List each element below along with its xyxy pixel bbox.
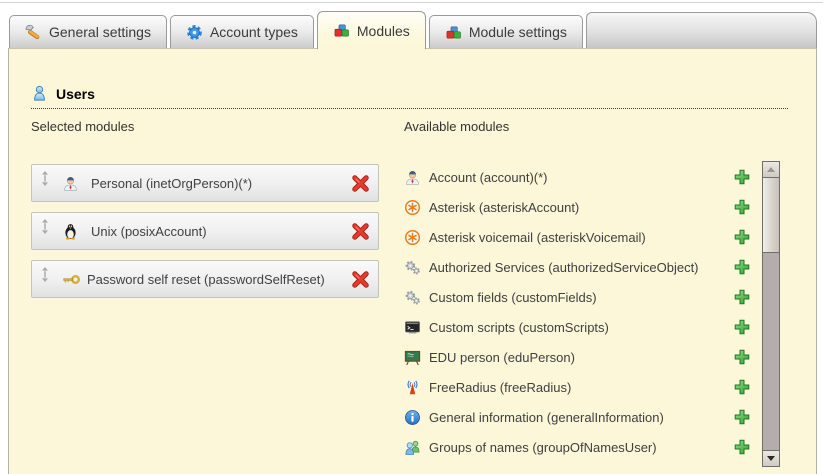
delete-icon[interactable]	[351, 174, 370, 193]
add-icon[interactable]	[733, 438, 751, 456]
info-icon	[404, 409, 421, 426]
scrollbar-track[interactable]	[763, 253, 779, 450]
available-module-row: Custom scripts (customScripts)	[404, 312, 751, 342]
gears-icon	[404, 259, 421, 276]
tab-general-settings[interactable]: General settings	[9, 15, 167, 48]
tab-label: Modules	[357, 23, 410, 39]
tab-modules[interactable]: Modules	[317, 11, 426, 49]
key-icon	[62, 271, 81, 288]
delete-icon[interactable]	[351, 270, 370, 289]
available-module-row: Asterisk (asteriskAccount)	[404, 192, 751, 222]
module-label: EDU person (eduPerson)	[429, 350, 575, 365]
tabbar-filler	[586, 12, 817, 48]
user-icon	[31, 85, 48, 102]
selected-modules-list: Personal (inetOrgPerson)(*)	[31, 164, 379, 298]
scroll-up-button[interactable]	[763, 162, 779, 178]
users-section-header: Users	[31, 85, 788, 109]
module-label: Personal (inetOrgPerson)(*)	[91, 176, 252, 191]
scroll-down-button[interactable]	[763, 450, 779, 466]
tab-module-settings[interactable]: Module settings	[429, 15, 583, 48]
module-label: Asterisk voicemail (asteriskVoicemail)	[429, 230, 646, 245]
add-icon[interactable]	[733, 198, 751, 216]
add-icon[interactable]	[733, 168, 751, 186]
selected-module-row[interactable]: Unix (posixAccount)	[31, 212, 379, 250]
group-icon	[404, 439, 421, 456]
available-module-row: General information (generalInformation)	[404, 402, 751, 432]
add-icon[interactable]	[733, 228, 751, 246]
add-icon[interactable]	[733, 408, 751, 426]
module-label: Account (account)(*)	[429, 170, 548, 185]
module-label: Asterisk (asteriskAccount)	[429, 200, 579, 215]
add-icon[interactable]	[733, 318, 751, 336]
wrench-icon	[25, 24, 42, 41]
module-label: General information (generalInformation)	[429, 410, 664, 425]
selected-modules-label: Selected modules	[31, 119, 379, 135]
available-module-row: Authorized Services (authorizedServiceOb…	[404, 252, 751, 282]
available-modules-list: Account (account)(*)	[404, 162, 751, 462]
add-icon[interactable]	[733, 378, 751, 396]
terminal-icon	[404, 319, 421, 336]
antenna-icon	[404, 379, 421, 396]
chalkboard-icon	[404, 349, 421, 366]
selected-module-row[interactable]: Personal (inetOrgPerson)(*)	[31, 164, 379, 202]
drag-handle-icon[interactable]	[40, 171, 50, 186]
module-label: FreeRadius (freeRadius)	[429, 380, 571, 395]
add-icon[interactable]	[733, 348, 751, 366]
selected-modules-column: Selected modules Personal (inetOrgPer	[31, 119, 379, 462]
gear-icon	[186, 24, 203, 41]
modules-panel: Users Selected modules	[8, 48, 817, 474]
tab-label: General settings	[49, 24, 151, 40]
person-icon	[404, 169, 421, 186]
module-label: Groups of names (groupOfNamesUser)	[429, 440, 657, 455]
available-module-row: Account (account)(*)	[404, 162, 751, 192]
available-modules-column: Available modules Account (account)(*)	[404, 119, 751, 462]
available-module-row: FreeRadius (freeRadius)	[404, 372, 751, 402]
tab-account-types[interactable]: Account types	[170, 15, 314, 48]
modules-icon	[333, 22, 350, 39]
available-module-row: Groups of names (groupOfNamesUser)	[404, 432, 751, 462]
selected-module-row[interactable]: Password self reset (passwordSelfReset)	[31, 260, 379, 298]
tab-label: Account types	[210, 24, 298, 40]
delete-icon[interactable]	[351, 222, 370, 241]
add-icon[interactable]	[733, 288, 751, 306]
module-label: Custom scripts (customScripts)	[429, 320, 609, 335]
available-modules-label: Available modules	[404, 119, 751, 135]
available-modules-scrollbar[interactable]	[762, 161, 780, 467]
section-title: Users	[56, 86, 95, 102]
scrollbar-thumb[interactable]	[763, 178, 779, 253]
settings-tabbar: General settings Account types Modules M…	[9, 10, 817, 48]
drag-handle-icon[interactable]	[40, 219, 50, 234]
drag-handle-icon[interactable]	[40, 267, 50, 282]
available-module-row: Asterisk voicemail (asteriskVoicemail)	[404, 222, 751, 252]
up-arrow-icon	[767, 167, 775, 172]
asterisk-icon	[404, 199, 421, 216]
person-icon	[62, 175, 79, 192]
tab-label: Module settings	[469, 24, 567, 40]
gears-icon	[404, 289, 421, 306]
module-label: Authorized Services (authorizedServiceOb…	[429, 260, 699, 275]
window-top-border	[0, 2, 823, 3]
down-arrow-icon	[767, 456, 775, 461]
asterisk-icon	[404, 229, 421, 246]
module-label: Unix (posixAccount)	[91, 224, 207, 239]
add-icon[interactable]	[733, 258, 751, 276]
available-module-row: Custom fields (customFields)	[404, 282, 751, 312]
module-label: Password self reset (passwordSelfReset)	[87, 272, 325, 287]
available-module-row: EDU person (eduPerson)	[404, 342, 751, 372]
tux-icon	[62, 223, 79, 240]
module-label: Custom fields (customFields)	[429, 290, 597, 305]
modules-icon	[445, 24, 462, 41]
